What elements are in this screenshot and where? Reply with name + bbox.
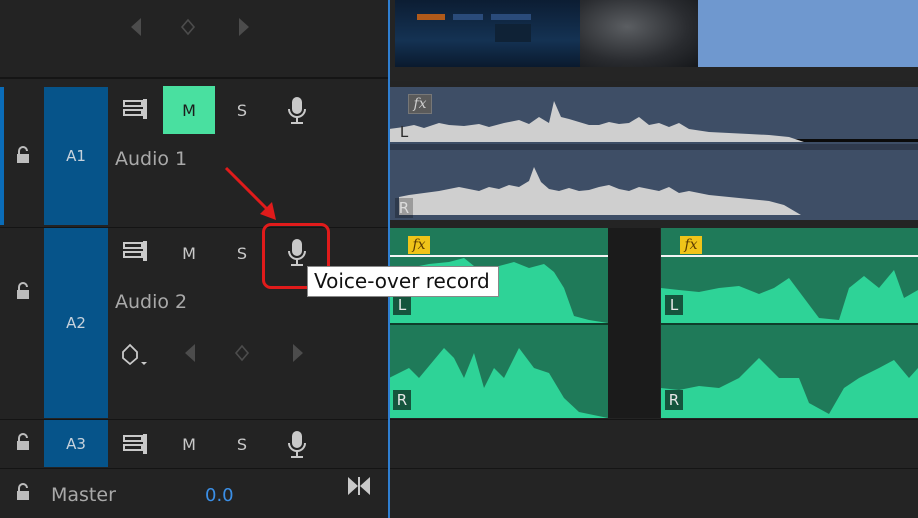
track-label-a2[interactable]: A2 [44, 228, 108, 418]
track-name-a1: Audio 1 [115, 148, 188, 170]
lock-icon[interactable] [14, 282, 32, 300]
track-name-a2: Audio 2 [115, 291, 188, 313]
mute-label: M [182, 100, 196, 120]
channel-right-label: R [395, 198, 413, 218]
channel-left-label: L [399, 123, 409, 141]
fx-badge[interactable]: fx [408, 94, 432, 114]
track-id: A1 [66, 147, 86, 165]
track-output-icon[interactable] [123, 434, 149, 456]
audio-waveform-a2 [389, 258, 918, 418]
divider [389, 468, 918, 469]
track-target-indicator[interactable] [0, 87, 4, 225]
solo-label: S [236, 434, 248, 454]
track-label-a1[interactable]: A1 [44, 87, 108, 225]
annotation-arrow [224, 166, 276, 220]
track-output-icon[interactable] [123, 99, 149, 121]
fx-badge[interactable]: fx [408, 236, 430, 254]
lock-icon[interactable] [14, 433, 32, 451]
next-keyframe-icon[interactable] [290, 342, 306, 364]
master-track-name: Master [51, 484, 116, 506]
track-id: A3 [66, 434, 86, 453]
channel-right-label: R [393, 390, 411, 410]
microphone-icon[interactable] [286, 430, 308, 460]
fx-badge[interactable]: fx [680, 236, 702, 254]
master-volume-value[interactable]: 0.0 [205, 485, 234, 506]
next-keyframe-icon[interactable] [236, 16, 252, 38]
solo-button-a1[interactable]: S [216, 86, 268, 134]
timeline-panel[interactable]: fx L R fx fx L R L R [389, 0, 918, 518]
track-gap [389, 67, 918, 81]
channel-left-label: L [393, 295, 411, 315]
bowtie-icon[interactable] [346, 474, 372, 498]
lock-icon[interactable] [14, 483, 32, 501]
previous-keyframe-icon[interactable] [182, 342, 198, 364]
mute-label: M [182, 434, 196, 454]
channel-left-label: L [665, 295, 683, 315]
microphone-icon[interactable] [286, 96, 308, 126]
mute-button-a3[interactable]: M [163, 420, 215, 468]
tooltip: Voice-over record [307, 266, 499, 297]
keyframe-menu-icon[interactable] [121, 343, 151, 367]
keyframe-diamond-icon[interactable] [179, 18, 197, 36]
solo-label: S [236, 243, 248, 263]
solo-label: S [236, 100, 248, 120]
mute-label: M [182, 243, 196, 263]
solo-button-a3[interactable]: S [216, 420, 268, 468]
divider [389, 419, 918, 420]
playhead-line[interactable] [388, 0, 390, 518]
previous-keyframe-icon[interactable] [128, 16, 144, 38]
mute-button-a1[interactable]: M [163, 86, 215, 134]
keyframe-diamond-icon[interactable] [233, 344, 251, 362]
mute-button-a2[interactable]: M [163, 229, 215, 277]
divider [0, 468, 388, 469]
track-id: A2 [66, 314, 86, 332]
track-output-icon[interactable] [123, 241, 149, 263]
audio-waveform-a1 [389, 87, 804, 215]
video-clip-thumbnail[interactable] [395, 0, 698, 67]
channel-right-label: R [665, 390, 683, 410]
track-label-a3[interactable]: A3 [44, 420, 108, 467]
lock-icon[interactable] [14, 146, 32, 164]
solo-button-a2[interactable]: S [216, 229, 268, 277]
video-clip-empty-area [698, 0, 918, 67]
divider [0, 77, 388, 79]
